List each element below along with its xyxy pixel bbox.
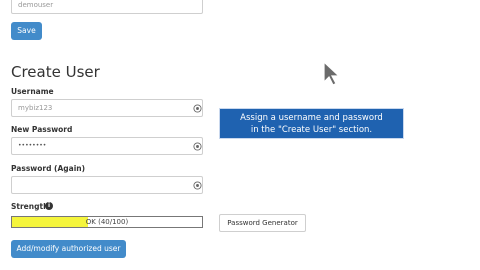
username-placeholder: mybiz123 — [18, 104, 53, 112]
add-modify-user-button[interactable]: Add/modify authorized user — [11, 240, 126, 258]
tooltip-line-2: in the "Create User" section. — [250, 125, 373, 135]
password-again-input[interactable] — [11, 176, 203, 194]
save-button[interactable]: Save — [11, 22, 42, 40]
strength-meter: OK (40/100) — [11, 216, 203, 228]
eye-icon[interactable] — [193, 181, 202, 190]
top-username-value: demouser — [18, 1, 54, 9]
eye-icon[interactable] — [193, 142, 202, 151]
new-password-label: New Password — [11, 125, 73, 134]
password-generator-button[interactable]: Password Generator — [219, 214, 306, 232]
eye-icon[interactable] — [193, 104, 202, 113]
instruction-tooltip: Assign a username and password in the "C… — [219, 108, 404, 139]
mouse-pointer-icon — [322, 60, 342, 87]
new-password-input[interactable]: •••••••• — [11, 137, 203, 155]
top-username-input[interactable]: demouser — [11, 0, 203, 14]
username-input[interactable]: mybiz123 — [11, 99, 203, 117]
username-label: Username — [11, 87, 54, 96]
new-password-value: •••••••• — [18, 142, 47, 149]
page-title: Create User — [11, 63, 100, 81]
strength-label: Strength — [11, 202, 49, 211]
password-again-label: Password (Again) — [11, 164, 86, 173]
tooltip-line-1: Assign a username and password — [240, 113, 383, 123]
strength-meter-text: OK (40/100) — [85, 218, 129, 226]
info-circle-icon[interactable]: i — [45, 202, 53, 210]
